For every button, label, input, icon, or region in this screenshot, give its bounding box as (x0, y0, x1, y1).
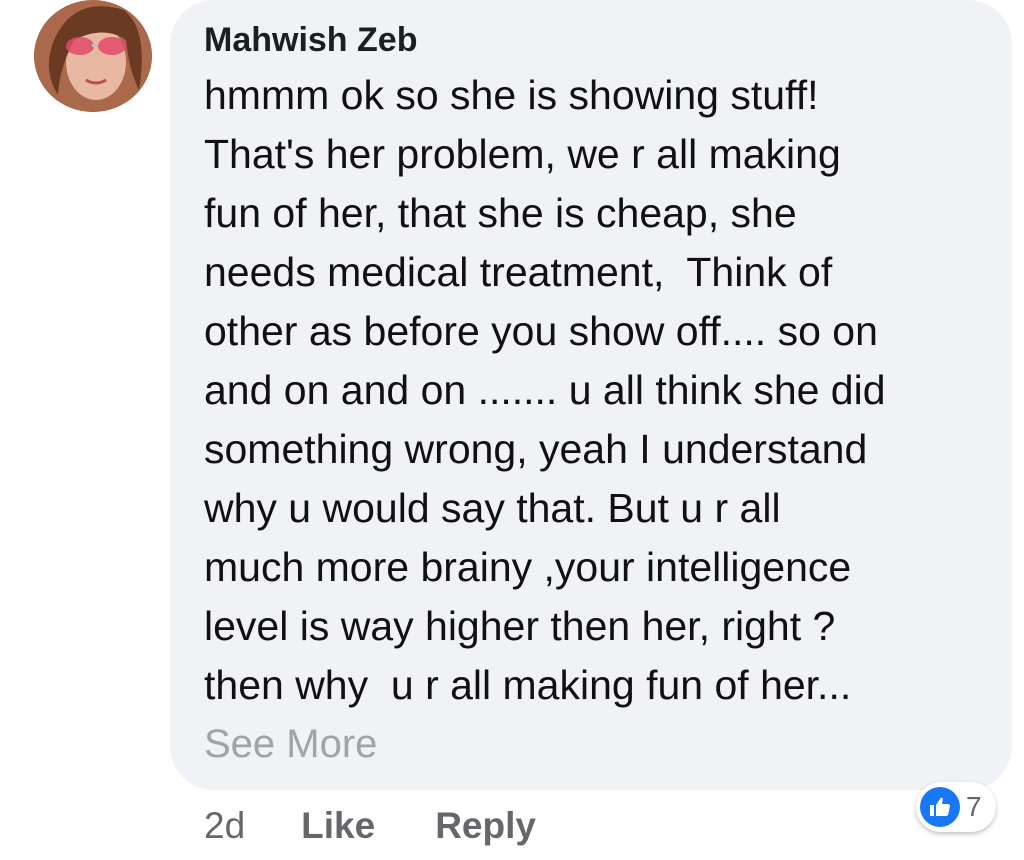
comment-line: needs medical treatment, Think of (204, 249, 833, 295)
comment-line: level is way higher then her, right ? (204, 603, 836, 649)
author-avatar[interactable] (34, 0, 152, 112)
comment-line: fun of her, that she is cheap, she (204, 190, 797, 236)
comment-line: something wrong, yeah I understand (204, 426, 868, 472)
comment-actions: 2d Like Reply (204, 800, 536, 852)
comment-line: why u would say that. But u r all (204, 485, 781, 531)
comment-text: hmmm ok so she is showing stuff! That's … (204, 66, 982, 715)
comment-line: That's her problem, we r all making (204, 131, 841, 177)
comment-timestamp[interactable]: 2d (204, 805, 245, 847)
avatar-photo (34, 0, 152, 112)
comment-line: much more brainy ,your intelligence (204, 544, 852, 590)
comment-line: other as before you show off.... so on (204, 308, 878, 354)
see-more-link[interactable]: See More (204, 715, 377, 773)
comment-bubble: Mahwish Zeb hmmm ok so she is showing st… (170, 0, 1012, 790)
like-button[interactable]: Like (301, 805, 375, 847)
thumbs-up-icon (920, 787, 960, 827)
comment: Mahwish Zeb hmmm ok so she is showing st… (0, 0, 1024, 860)
reactions-badge[interactable]: 7 (916, 782, 996, 832)
reply-button[interactable]: Reply (435, 805, 536, 847)
comment-line: hmmm ok so she is showing stuff! (204, 72, 819, 118)
author-name[interactable]: Mahwish Zeb (204, 18, 417, 62)
comment-line: then why u r all making fun of her... (204, 662, 852, 708)
reaction-count: 7 (966, 791, 982, 822)
comment-line: and on and on ....... u all think she di… (204, 367, 886, 413)
